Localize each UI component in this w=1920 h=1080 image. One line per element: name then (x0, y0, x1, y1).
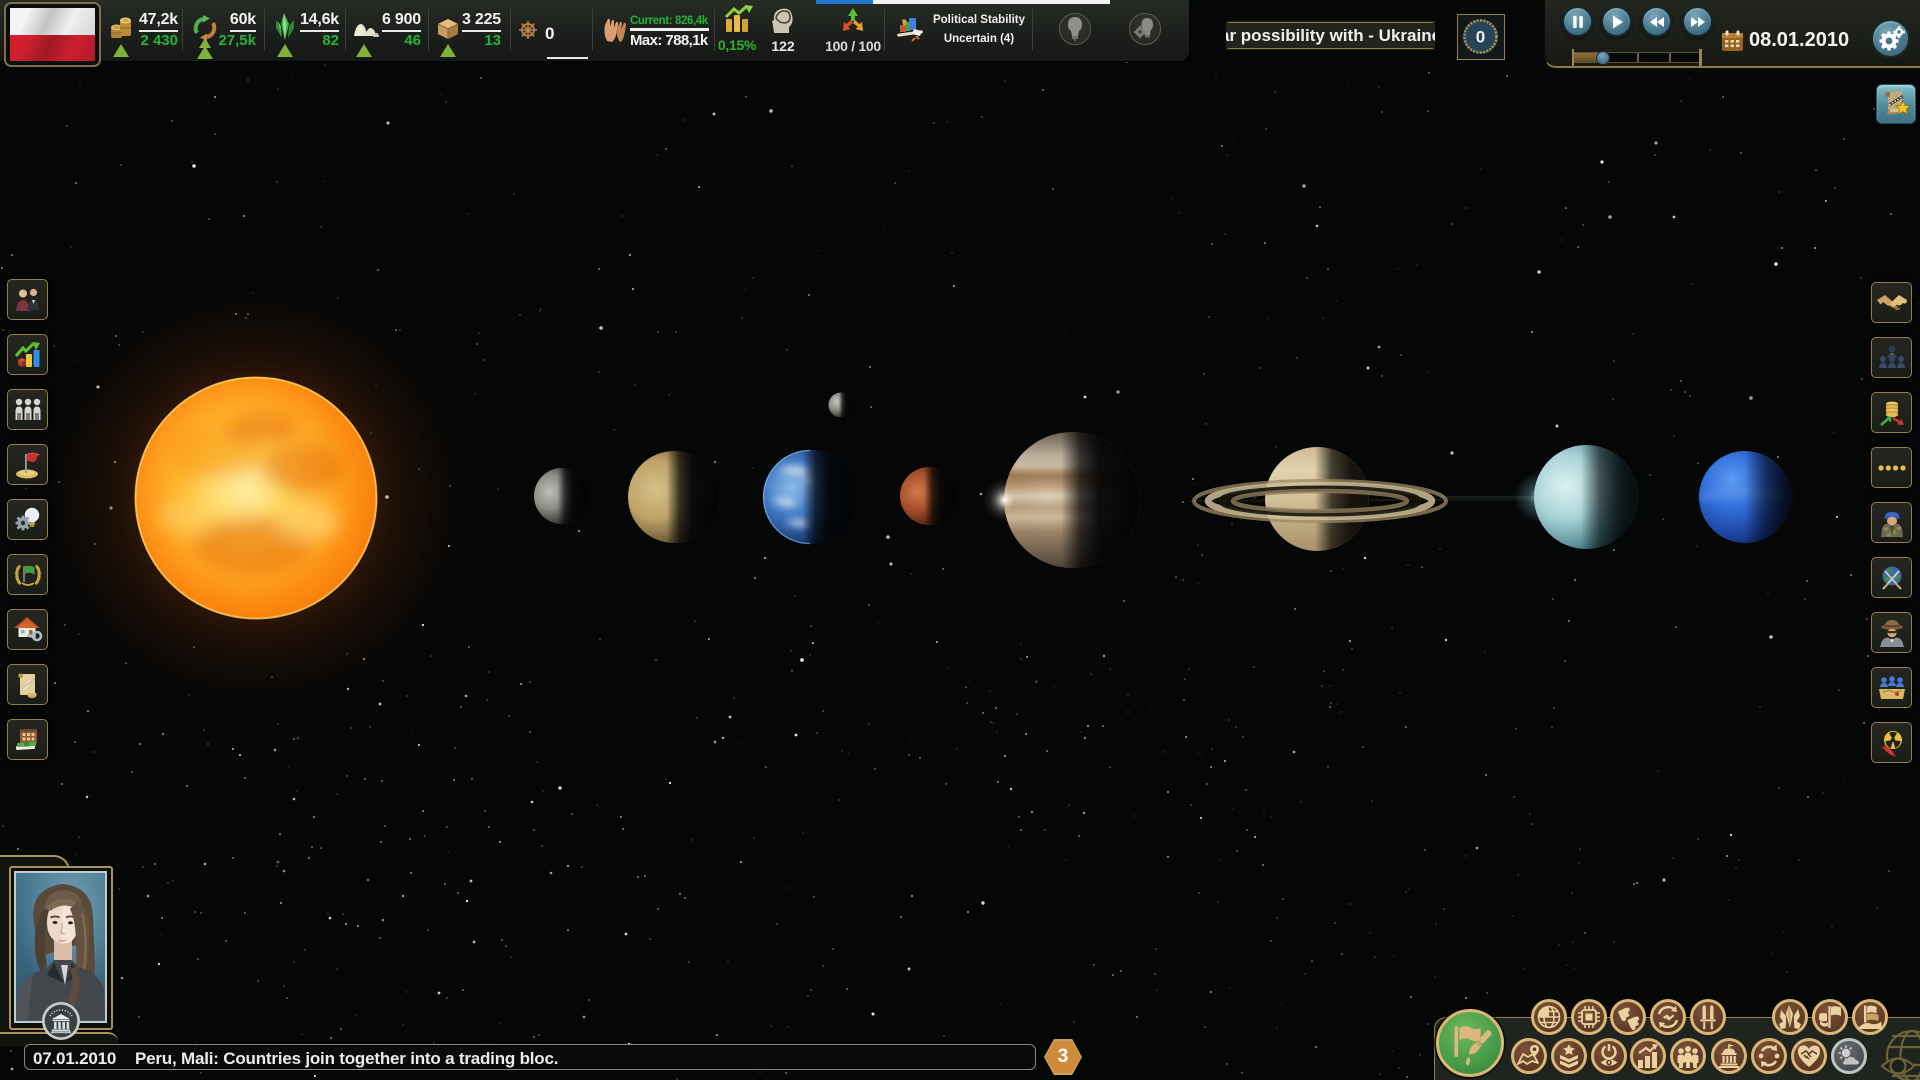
svg-text:0: 0 (1476, 28, 1485, 47)
